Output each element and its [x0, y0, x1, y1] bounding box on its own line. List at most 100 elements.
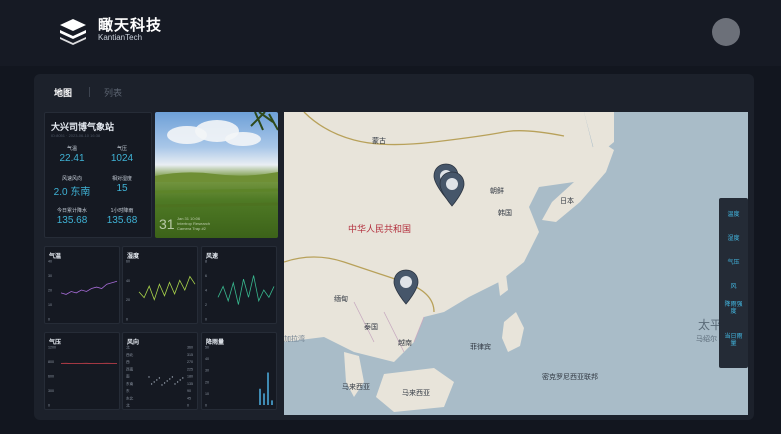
metric-label: 1小时降雨 [110, 208, 134, 214]
chart-tick-label: 0 [48, 318, 50, 322]
photo-caption-line: Camera Trap #2 [177, 226, 206, 231]
chart-tick-label: 40 [205, 357, 209, 361]
tab-divider [89, 87, 90, 97]
chart-tick-label: 20 [126, 298, 130, 302]
metric-value: 15 [116, 183, 128, 194]
chart-point [169, 378, 171, 380]
brand-name-en: KantianTech [98, 33, 143, 42]
chart-wind-speed-plot: 8 6 4 2 0 [205, 260, 275, 322]
chart-tick-label: 10 [205, 392, 209, 396]
station-subtitle: ID:8051 · 2023-06-10 16:38 [51, 133, 101, 138]
metric-label: 风速风向 [61, 176, 82, 182]
chart-tick-label: 0 [205, 318, 207, 322]
chart-tick-label: 10 [48, 303, 52, 307]
chart-point [163, 382, 166, 384]
chart-tick-label: 800 [48, 360, 54, 364]
station-card[interactable]: 大兴司博气象站 ID:8051 · 2023-06-10 16:38 气温 22… [44, 112, 152, 238]
chart-tick-label: 270 [187, 360, 193, 364]
chart-point [179, 379, 181, 381]
chart-bar [267, 372, 269, 405]
chart-point [153, 381, 155, 383]
chart-rainfall: 降雨量 50 40 30 20 10 0 [201, 332, 277, 410]
station-marker[interactable] [439, 171, 465, 207]
chart-tick-label: 东南 [126, 381, 134, 386]
chart-tick-label: 50 [205, 346, 209, 350]
chart-humidity-plot: 60 40 20 0 [126, 260, 196, 322]
metric-label: 气温 [66, 146, 77, 152]
chart-wind-direction: 风向 北西北西西南南东南东东北北 360 315 270 225 180 135 90 45 0 [122, 332, 198, 410]
chart-tick-label: 20 [48, 289, 52, 293]
layer-sidebar: 温度 湿度 气压 风 降雨强度 当日雨量 [719, 198, 748, 368]
metric-humidity: 相对湿度 15 [97, 175, 147, 194]
chart-point [161, 384, 163, 386]
chart-tick-label: 6 [205, 274, 207, 278]
chart-tick-label: 20 [205, 380, 209, 384]
chart-point [158, 377, 161, 379]
chart-tick-label: 90 [187, 389, 191, 393]
chart-pressure-plot: 1200 800 600 300 0 [48, 346, 117, 408]
chart-point [182, 377, 184, 379]
layer-temperature[interactable]: 温度 [719, 212, 748, 219]
photo-caption: Jan 31 10:06 Intertrop Research Camera T… [177, 216, 210, 231]
brand-name: 瞰天科技 [98, 17, 163, 34]
chart-tick-label: 8 [205, 260, 207, 264]
layer-daily-rain[interactable]: 当日雨量 [719, 334, 748, 348]
chart-tick-label: 40 [126, 279, 130, 283]
layer-humidity[interactable]: 湿度 [719, 236, 748, 243]
metric-label: 气压 [116, 146, 127, 152]
chart-point [174, 383, 176, 385]
metric-temperature: 气温 22.41 [47, 145, 97, 164]
chart-tick-label: 2 [205, 303, 207, 307]
chart-tick-label: 0 [187, 404, 189, 408]
chart-bar [259, 388, 261, 405]
chart-tick-label: 1200 [48, 346, 56, 350]
chart-tick-label: 北 [126, 345, 130, 350]
chart-bar [271, 400, 273, 405]
chart-tick-label: 135 [187, 382, 193, 386]
chart-temperature: 气温 40 30 20 10 0 [44, 246, 120, 324]
chart-tick-label: 西北 [126, 352, 134, 357]
layer-pressure[interactable]: 气压 [719, 260, 748, 267]
chart-wind-direction-plot: 北西北西西南南东南东东北北36031527022518013590450 [126, 345, 193, 408]
chart-tick-label: 东 [126, 388, 130, 393]
tab-map[interactable]: 地图 [54, 86, 72, 99]
chart-point [176, 381, 179, 383]
chart-humidity: 湿度 60 40 20 0 [122, 246, 198, 324]
metric-value: 22.41 [59, 153, 85, 164]
layer-wind[interactable]: 风 [719, 284, 748, 291]
chart-tick-label: 北 [126, 403, 130, 408]
chart-tick-label: 0 [126, 318, 128, 322]
chart-tick-label: 东北 [126, 395, 134, 400]
chart-point [148, 376, 150, 378]
chart-point [171, 376, 174, 378]
map-view[interactable]: 蒙古 中华人民共和国 朝鲜 韩国 日本 缅甸 泰国 越南 菲律宾 马来西亚 马来… [284, 112, 748, 415]
chart-tick-label: 360 [187, 346, 193, 350]
chart-tick-label: 西 [126, 359, 130, 364]
layer-rain-intensity[interactable]: 降雨强度 [719, 302, 748, 316]
metric-wind: 风速风向 2.0 东南 [47, 175, 97, 198]
metric-rain-day: 今日累计降水 135.68 [47, 207, 97, 226]
chart-tick-label: 315 [187, 353, 193, 357]
chart-point [166, 380, 168, 382]
metric-value: 1024 [110, 153, 134, 164]
chart-tick-label: 600 [48, 375, 54, 379]
chart-tick-label: 西南 [126, 366, 134, 371]
chart-bar [263, 393, 265, 405]
chart-series-line [60, 280, 118, 295]
chart-pressure: 气压 1200 800 600 300 0 [44, 332, 120, 410]
chart-tick-label: 0 [48, 404, 50, 408]
photo-day: 31 [159, 216, 175, 232]
tab-list[interactable]: 列表 [104, 86, 122, 99]
chart-tick-label: 180 [187, 375, 193, 379]
chart-tick-label: 60 [126, 260, 130, 264]
station-marker[interactable] [393, 269, 419, 305]
chart-wind-speed: 风速 86420 [201, 246, 277, 324]
station-photo[interactable]: 31 Jan 31 10:06 Intertrop Research Camer… [155, 112, 278, 238]
metric-label: 相对湿度 [111, 176, 132, 182]
metric-rain-hour: 1小时降雨 135.68 [97, 207, 147, 226]
station-title: 大兴司博气象站 [51, 122, 115, 132]
chart-point [156, 379, 158, 381]
metric-value: 135.68 [56, 215, 88, 226]
chart-series-line [138, 275, 196, 301]
avatar[interactable] [712, 18, 740, 46]
